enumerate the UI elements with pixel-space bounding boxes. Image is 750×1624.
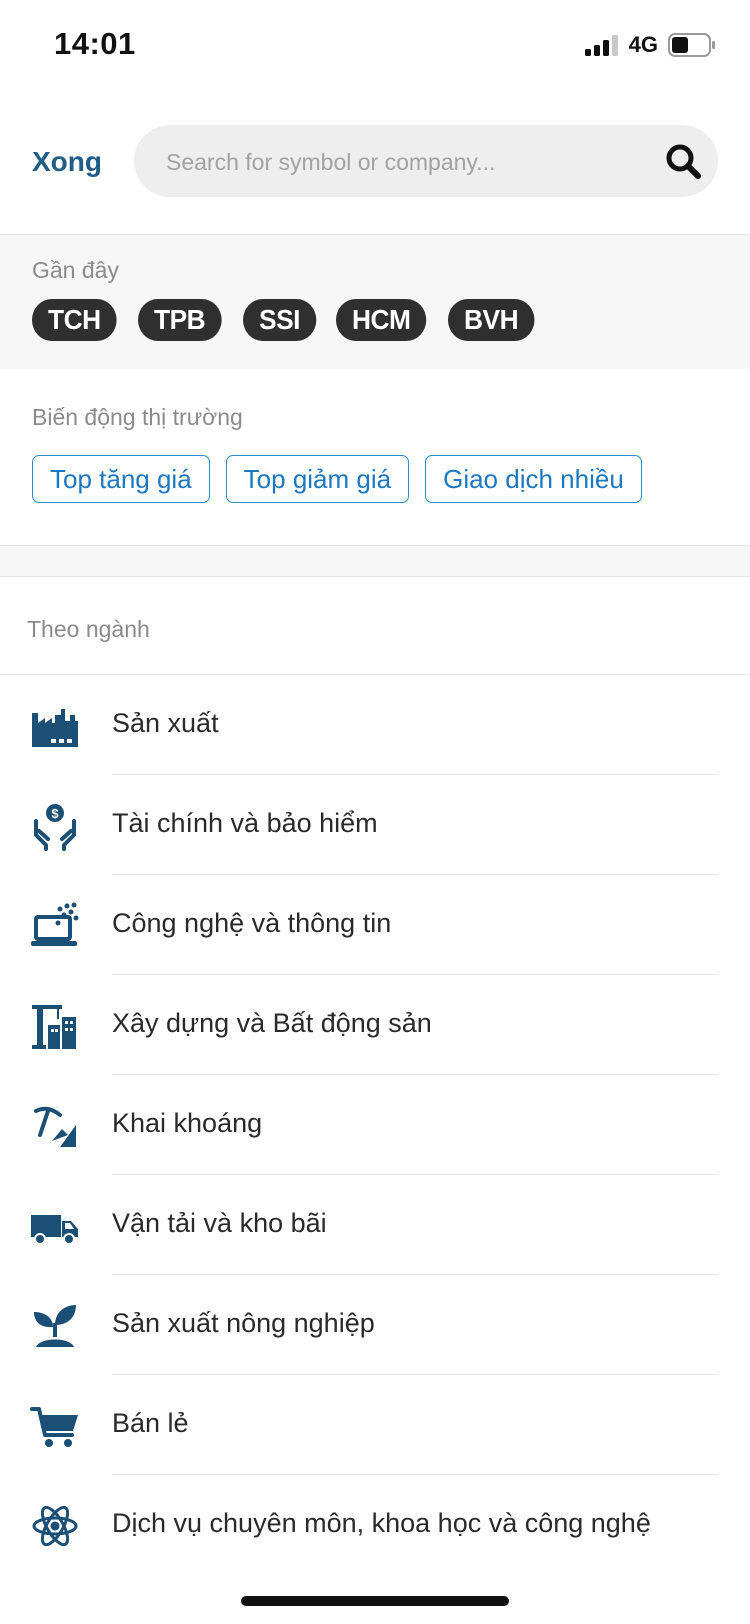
industry-item-retail[interactable]: Bán lẻ (0, 1375, 750, 1475)
most-traded-button[interactable]: Giao dịch nhiều (425, 455, 642, 503)
industry-item-professional-services[interactable]: Dịch vụ chuyên môn, khoa học và công ngh… (0, 1475, 750, 1575)
recent-chip[interactable]: TCH (32, 299, 117, 341)
top-gainers-button[interactable]: Top tăng giá (32, 455, 210, 503)
industry-item-label: Bán lẻ (112, 1408, 189, 1438)
done-button[interactable]: Xong (32, 146, 102, 178)
mining-pickaxe-icon (32, 1106, 76, 1147)
recent-section: Gần đây TCH TPB SSI HCM BVH (0, 234, 750, 370)
industry-item-label: Sản xuất nông nghiệp (112, 1308, 375, 1338)
market-movers-section: Biến động thị trường Top tăng giá Top gi… (0, 369, 750, 545)
signal-icon (584, 35, 618, 56)
industry-item-finance[interactable]: $ Tài chính và bảo hiểm (0, 775, 750, 875)
industry-item-transport[interactable]: Vận tải và kho bãi (0, 1175, 750, 1275)
market-buttons: Top tăng giá Top giảm giá Giao dịch nhiề… (32, 455, 642, 503)
search-input[interactable] (164, 125, 648, 199)
market-label: Biến động thị trường (32, 404, 243, 430)
construction-crane-icon (32, 1005, 76, 1049)
recent-label: Gần đây (32, 257, 119, 283)
industry-header: Theo ngành (0, 576, 750, 675)
industry-item-label: Tài chính và bảo hiểm (112, 808, 378, 838)
truck-icon (31, 1215, 78, 1245)
recent-chips: TCH TPB SSI HCM BVH (32, 299, 540, 341)
status-time: 14:01 (54, 26, 136, 61)
industry-list: Sản xuất $ Tài chính và bảo hiểm Công ng… (0, 675, 750, 1575)
industry-label: Theo ngành (27, 616, 150, 642)
recent-chip[interactable]: HCM (336, 299, 427, 341)
recent-chip[interactable]: TPB (138, 299, 222, 341)
svg-text:$: $ (51, 806, 59, 821)
industry-item-mining[interactable]: Khai khoáng (0, 1075, 750, 1175)
shopping-cart-icon (30, 1407, 78, 1447)
search-bar[interactable] (134, 125, 718, 199)
plant-sprout-icon (34, 1305, 76, 1347)
finance-hands-icon: $ (34, 804, 76, 851)
section-separator (0, 545, 750, 577)
top-losers-button[interactable]: Top giảm giá (225, 455, 410, 503)
industry-item-label: Dịch vụ chuyên môn, khoa học và công ngh… (112, 1508, 651, 1538)
laptop-tech-icon (31, 902, 79, 946)
industry-item-label: Khai khoáng (112, 1108, 263, 1138)
network-type: 4G (628, 32, 658, 57)
atom-icon (32, 1505, 78, 1547)
home-indicator[interactable] (241, 1596, 509, 1606)
industry-item-label: Công nghệ và thông tin (112, 908, 392, 938)
factory-icon (32, 709, 78, 747)
industry-item-agriculture[interactable]: Sản xuất nông nghiệp (0, 1275, 750, 1375)
industry-item-manufacturing[interactable]: Sản xuất (0, 675, 750, 775)
recent-chip[interactable]: SSI (242, 299, 316, 341)
industry-item-construction[interactable]: Xây dựng và Bất động sản (0, 975, 750, 1075)
battery-icon (668, 33, 715, 57)
recent-chip[interactable]: BVH (448, 299, 535, 341)
industry-item-label: Vận tải và kho bãi (112, 1208, 327, 1238)
industry-item-technology[interactable]: Công nghệ và thông tin (0, 875, 750, 975)
status-bar: 14:01 4G (0, 0, 750, 90)
search-icon[interactable] (664, 142, 702, 180)
status-indicators: 4G (584, 32, 716, 58)
industry-item-label: Sản xuất (112, 708, 219, 738)
search-header: Xong (0, 118, 750, 199)
industry-item-label: Xây dựng và Bất động sản (112, 1008, 432, 1038)
